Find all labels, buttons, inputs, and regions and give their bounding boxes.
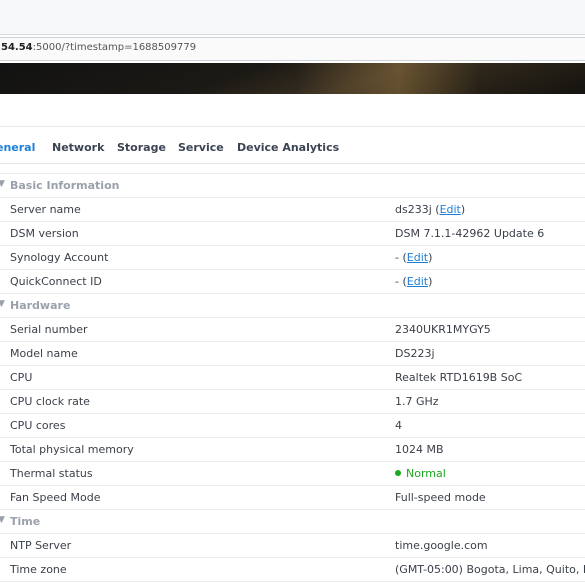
- row-key: Synology Account: [10, 251, 109, 264]
- table-row: NTP Server time.google.com: [0, 533, 585, 557]
- collapse-chevron-icon[interactable]: ▼: [0, 179, 5, 189]
- row-key: Serial number: [10, 323, 88, 336]
- row-value: DS223j: [395, 347, 435, 360]
- thermal-status-value: Normal: [406, 467, 446, 480]
- group-label: Time: [10, 515, 41, 528]
- tab-storage[interactable]: Storage: [117, 141, 166, 154]
- table-row: Serial number 2340UKR1MYGY5: [0, 317, 585, 341]
- row-value: time.google.com: [395, 539, 488, 552]
- row-value: - (Edit): [395, 275, 433, 288]
- tab-general[interactable]: eneral: [0, 141, 35, 154]
- url-text[interactable]: 54.54:5000/?timestamp=1688509779: [1, 42, 196, 53]
- table-row: Server name ds233j (Edit): [0, 197, 585, 221]
- row-key: CPU clock rate: [10, 395, 90, 408]
- group-hardware[interactable]: ▼ Hardware: [0, 293, 585, 317]
- table-row: Time zone (GMT-05:00) Bogota, Lima, Quit…: [0, 557, 585, 582]
- row-value: Full-speed mode: [395, 491, 486, 504]
- tab-device-analytics[interactable]: Device Analytics: [237, 141, 339, 154]
- group-label: Basic Information: [10, 179, 120, 192]
- row-value: 1.7 GHz: [395, 395, 439, 408]
- collapse-chevron-icon[interactable]: ▼: [0, 299, 5, 309]
- row-key: Model name: [10, 347, 78, 360]
- header-banner: [0, 63, 585, 94]
- row-value: ds233j (Edit): [395, 203, 466, 216]
- tab-service[interactable]: Service: [178, 141, 224, 154]
- collapse-chevron-icon[interactable]: ▼: [0, 515, 5, 525]
- row-value: Normal: [395, 467, 446, 480]
- table-row: CPU Realtek RTD1619B SoC: [0, 365, 585, 389]
- server-name-value: ds233j: [395, 203, 432, 216]
- row-key: Thermal status: [10, 467, 93, 480]
- table-row: Synology Account - (Edit): [0, 245, 585, 269]
- row-value: 1024 MB: [395, 443, 444, 456]
- row-value: - (Edit): [395, 251, 433, 264]
- row-value: 4: [395, 419, 402, 432]
- status-dot-icon: [395, 470, 401, 476]
- tab-network[interactable]: Network: [52, 141, 104, 154]
- table-row: QuickConnect ID - (Edit): [0, 269, 585, 293]
- table-row: DSM version DSM 7.1.1-42962 Update 6: [0, 221, 585, 245]
- row-key: Total physical memory: [10, 443, 134, 456]
- row-key: CPU cores: [10, 419, 66, 432]
- quickconnect-value: -: [395, 275, 399, 288]
- group-label: Hardware: [10, 299, 71, 312]
- url-path: :5000/?timestamp=1688509779: [32, 42, 197, 53]
- url-host: 54.54: [1, 42, 33, 53]
- row-key: Fan Speed Mode: [10, 491, 101, 504]
- row-value: DSM 7.1.1-42962 Update 6: [395, 227, 545, 240]
- row-key: CPU: [10, 371, 33, 384]
- row-key: Time zone: [10, 563, 67, 576]
- address-bar[interactable]: 54.54:5000/?timestamp=1688509779: [0, 37, 585, 61]
- row-value: 2340UKR1MYGY5: [395, 323, 491, 336]
- row-value: Realtek RTD1619B SoC: [395, 371, 523, 384]
- table-row: Total physical memory 1024 MB: [0, 437, 585, 461]
- table-row: CPU cores 4: [0, 413, 585, 437]
- tab-bar: eneral Network Storage Service Device An…: [0, 127, 585, 164]
- row-key: QuickConnect ID: [10, 275, 102, 288]
- edit-quickconnect-link[interactable]: Edit: [407, 275, 428, 288]
- table-row: Model name DS223j: [0, 341, 585, 365]
- group-basic-information[interactable]: ▼ Basic Information: [0, 173, 585, 197]
- edit-synology-account-link[interactable]: Edit: [407, 251, 428, 264]
- browser-toolbar: [0, 0, 585, 35]
- row-key: DSM version: [10, 227, 79, 240]
- edit-server-name-link[interactable]: Edit: [440, 203, 461, 216]
- row-key: Server name: [10, 203, 81, 216]
- synology-account-value: -: [395, 251, 399, 264]
- table-row: Fan Speed Mode Full-speed mode: [0, 485, 585, 509]
- info-table: ▼ Basic Information Server name ds233j (…: [0, 173, 585, 582]
- group-time[interactable]: ▼ Time: [0, 509, 585, 533]
- table-row: Thermal status Normal: [0, 461, 585, 485]
- row-key: NTP Server: [10, 539, 72, 552]
- row-value: (GMT-05:00) Bogota, Lima, Quito, R: [395, 563, 585, 576]
- table-row: CPU clock rate 1.7 GHz: [0, 389, 585, 413]
- window-title-area: [0, 94, 585, 127]
